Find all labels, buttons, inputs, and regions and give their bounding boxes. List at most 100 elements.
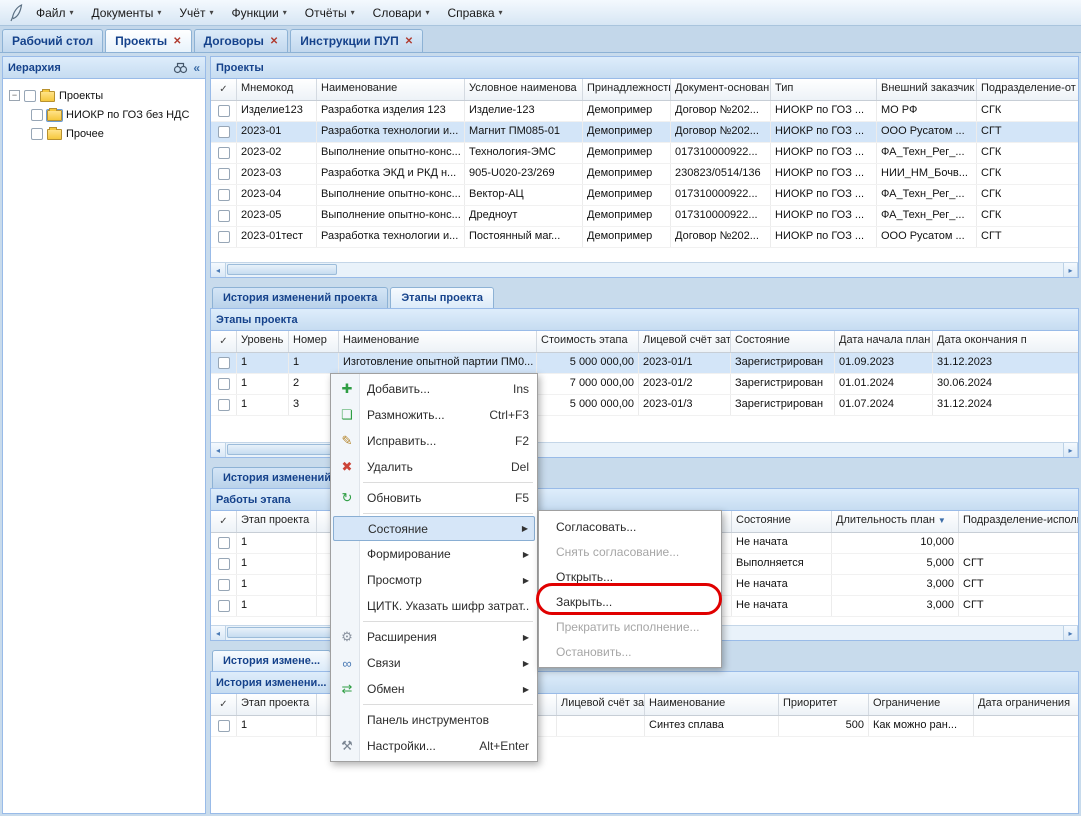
table-row[interactable]: 2023-03Разработка ЭКД и РКД н...905-U020… <box>211 164 1078 185</box>
menubar-item-Отчёты[interactable]: Отчёты▾ <box>297 3 363 23</box>
select-all-header[interactable]: ✓ <box>211 331 237 352</box>
row-checkbox[interactable] <box>218 357 230 369</box>
menu-item-refresh[interactable]: ↻ОбновитьF5 <box>333 485 535 511</box>
column-header[interactable]: Условное наименова <box>465 79 583 100</box>
menu-item-links[interactable]: ∞Связи▶ <box>333 650 535 676</box>
column-header[interactable]: Внешний заказчик <box>877 79 977 100</box>
select-all-header[interactable]: ✓ <box>211 694 237 715</box>
menu-item-view[interactable]: Просмотр▶ <box>333 567 535 593</box>
expander-icon[interactable]: − <box>9 90 20 101</box>
tree-node-checkbox[interactable] <box>24 90 36 102</box>
column-header[interactable]: Наименование <box>317 79 465 100</box>
column-header[interactable]: Лицевой счёт затр <box>557 694 645 715</box>
menubar-item-Учёт[interactable]: Учёт▾ <box>171 3 221 23</box>
tree-node[interactable]: НИОКР по ГОЗ без НДС <box>7 105 201 124</box>
close-icon[interactable]: ✕ <box>270 36 278 47</box>
row-checkbox[interactable] <box>218 168 230 180</box>
column-header[interactable]: Приоритет <box>779 694 869 715</box>
row-checkbox[interactable] <box>218 210 230 222</box>
column-header[interactable]: Дата ограничения <box>974 694 1078 715</box>
submenu-item-stop[interactable]: Остановить... <box>542 639 718 664</box>
horizontal-scrollbar[interactable]: ◂ ▸ <box>211 262 1078 277</box>
column-header[interactable]: Дата окончания п <box>933 331 1078 352</box>
row-checkbox[interactable] <box>218 399 230 411</box>
column-header[interactable]: Состояние <box>732 511 832 532</box>
menu-item-edit[interactable]: ✎Исправить...F2 <box>333 428 535 454</box>
scroll-left-icon[interactable]: ◂ <box>211 443 226 457</box>
table-row[interactable]: 2023-02Выполнение опытно-конс...Технолог… <box>211 143 1078 164</box>
scrollbar-thumb[interactable] <box>227 264 337 275</box>
column-header[interactable]: Наименование <box>645 694 779 715</box>
menubar-item-Функции[interactable]: Функции▾ <box>223 3 294 23</box>
column-header[interactable]: Длительность план▼ <box>832 511 959 532</box>
main-tab[interactable]: Проекты✕ <box>105 29 191 52</box>
menu-item-formation[interactable]: Формирование▶ <box>333 541 535 567</box>
close-icon[interactable]: ✕ <box>173 36 181 47</box>
column-header[interactable]: Мнемокод <box>237 79 317 100</box>
menu-item-delete[interactable]: ✖УдалитьDel <box>333 454 535 480</box>
close-icon[interactable]: ✕ <box>405 36 413 47</box>
scroll-right-icon[interactable]: ▸ <box>1063 626 1078 640</box>
menu-item-duplicate[interactable]: ❏Размножить...Ctrl+F3 <box>333 402 535 428</box>
column-header[interactable]: Номер <box>289 331 339 352</box>
menu-item-state[interactable]: Состояние▶ <box>333 516 535 541</box>
table-row[interactable]: 11Изготовление опытной партии ПМ0...5 00… <box>211 353 1078 374</box>
column-header[interactable]: Дата начала план <box>835 331 933 352</box>
search-icon[interactable] <box>173 61 188 74</box>
column-header[interactable]: Уровень <box>237 331 289 352</box>
row-checkbox[interactable] <box>218 579 230 591</box>
main-tab[interactable]: Рабочий стол <box>2 29 103 52</box>
scroll-right-icon[interactable]: ▸ <box>1063 443 1078 457</box>
column-header[interactable]: Состояние <box>731 331 835 352</box>
menubar-item-Словари[interactable]: Словари▾ <box>365 3 438 23</box>
menu-item-exchange[interactable]: ⇄Обмен▶ <box>333 676 535 702</box>
row-checkbox[interactable] <box>218 231 230 243</box>
tree-node[interactable]: −Проекты <box>7 86 201 105</box>
select-all-header[interactable]: ✓ <box>211 79 237 100</box>
table-row[interactable]: 2023-01тестРазработка технологии и...Пос… <box>211 227 1078 248</box>
table-row[interactable]: Изделие123Разработка изделия 123Изделие-… <box>211 101 1078 122</box>
menu-item-citk[interactable]: ЦИТК. Указать шифр затрат... <box>333 593 535 619</box>
submenu-item-open[interactable]: Открыть... <box>542 564 718 589</box>
column-header[interactable]: Ограничение <box>869 694 974 715</box>
scrollbar-track[interactable] <box>226 263 1063 277</box>
column-header[interactable]: Лицевой счёт затрат <box>639 331 731 352</box>
menubar-item-Документы[interactable]: Документы▾ <box>84 3 170 23</box>
submenu-item-terminate[interactable]: Прекратить исполнение... <box>542 614 718 639</box>
row-checkbox[interactable] <box>218 720 230 732</box>
column-header[interactable]: Подразделение-исполн <box>959 511 1078 532</box>
menu-item-add[interactable]: ✚Добавить...Ins <box>333 376 535 402</box>
table-row[interactable]: 2023-01Разработка технологии и...Магнит … <box>211 122 1078 143</box>
column-header[interactable]: Подразделение-от <box>977 79 1078 100</box>
row-checkbox[interactable] <box>218 378 230 390</box>
submenu-item-close[interactable]: Закрыть... <box>542 589 718 614</box>
tree-node-checkbox[interactable] <box>31 109 43 121</box>
column-header[interactable]: Стоимость этапа <box>537 331 639 352</box>
row-checkbox[interactable] <box>218 147 230 159</box>
row-checkbox[interactable] <box>218 105 230 117</box>
sub-tab[interactable]: Этапы проекта <box>390 287 494 308</box>
main-tab[interactable]: Договоры✕ <box>194 29 289 52</box>
table-row[interactable]: 2023-05Выполнение опытно-конс...Дредноут… <box>211 206 1078 227</box>
row-checkbox[interactable] <box>218 537 230 549</box>
scroll-left-icon[interactable]: ◂ <box>211 263 226 277</box>
scroll-right-icon[interactable]: ▸ <box>1063 263 1078 277</box>
sub-tab[interactable]: История измене... <box>212 650 331 671</box>
column-header[interactable]: Документ-основан <box>671 79 771 100</box>
main-tab[interactable]: Инструкции ПУП✕ <box>290 29 423 52</box>
column-header[interactable]: Этап проекта <box>237 694 317 715</box>
table-row[interactable]: 2023-04Выполнение опытно-конс...Вектор-А… <box>211 185 1078 206</box>
row-checkbox[interactable] <box>218 600 230 612</box>
column-header[interactable]: Этап проекта <box>237 511 317 532</box>
row-checkbox[interactable] <box>218 126 230 138</box>
row-checkbox[interactable] <box>218 189 230 201</box>
menubar-item-Справка[interactable]: Справка▾ <box>439 3 510 23</box>
column-header[interactable]: Тип <box>771 79 877 100</box>
menu-item-extensions[interactable]: ⚙Расширения▶ <box>333 624 535 650</box>
collapse-panel-icon[interactable]: « <box>193 61 200 75</box>
menu-item-toolbar[interactable]: Панель инструментов <box>333 707 535 733</box>
menu-item-settings[interactable]: ⚒Настройки...Alt+Enter <box>333 733 535 759</box>
tree-node[interactable]: Прочее <box>7 124 201 143</box>
select-all-header[interactable]: ✓ <box>211 511 237 532</box>
sub-tab[interactable]: История изменений проекта <box>212 287 388 308</box>
